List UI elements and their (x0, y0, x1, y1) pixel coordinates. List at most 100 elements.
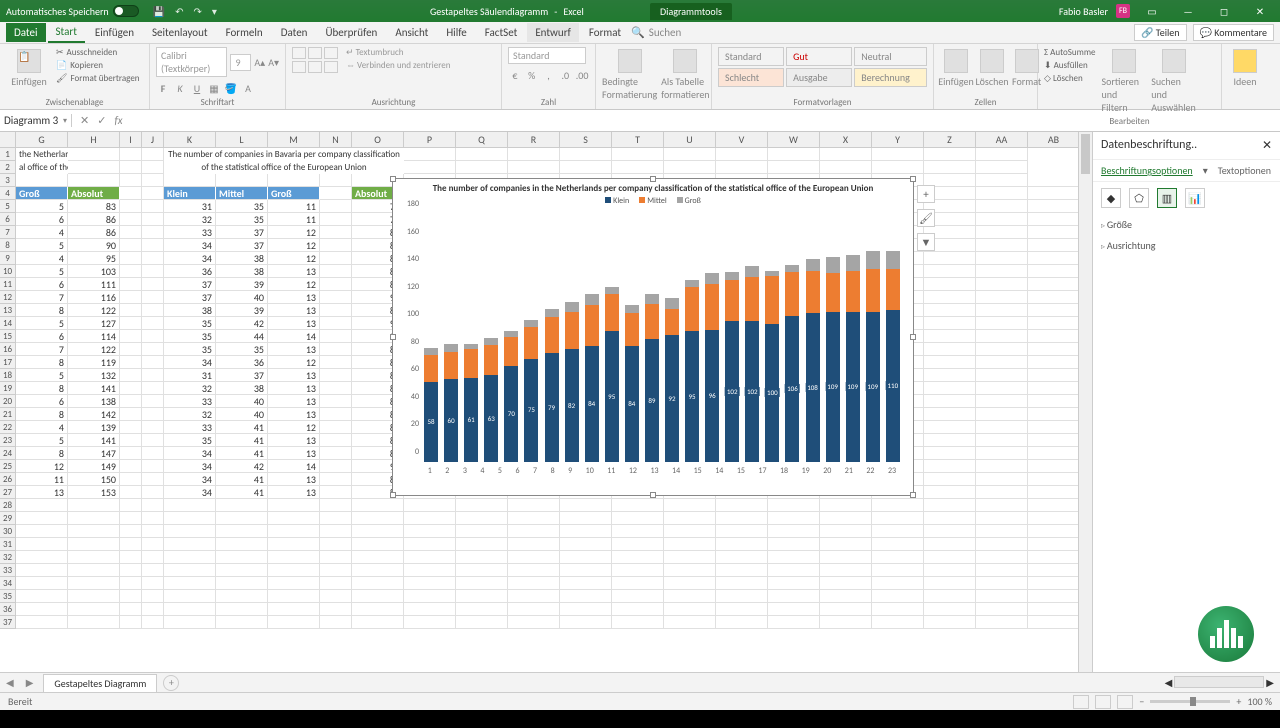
avatar[interactable]: FB (1116, 4, 1130, 18)
undo-icon[interactable]: ↶ (175, 5, 183, 18)
zoom-slider[interactable] (1150, 700, 1230, 703)
menu-review[interactable]: Überprüfen (317, 23, 385, 42)
decrease-font-icon[interactable]: A▾ (268, 55, 279, 69)
toggle-icon[interactable] (113, 5, 139, 17)
chart-plot-area[interactable]: 020406080100120140160180 586061637075798… (421, 210, 903, 480)
size-section[interactable]: Größe (1093, 214, 1280, 235)
menu-start[interactable]: Start (48, 22, 85, 43)
maximize-icon[interactable]: ◻ (1210, 5, 1238, 18)
hscroll-right-icon[interactable]: ▶ (1266, 676, 1274, 689)
format-cells-button[interactable]: Format (1012, 47, 1041, 88)
alignment-buttons[interactable] (292, 47, 338, 73)
insert-cells-button[interactable]: Einfügen (940, 47, 972, 88)
fill-color-icon[interactable]: 🪣 (224, 81, 238, 95)
size-properties-icon[interactable]: ▥ (1157, 188, 1177, 208)
delete-cells-button[interactable]: Löschen (976, 47, 1008, 88)
italic-icon[interactable]: K (173, 81, 187, 95)
sort-filter-button[interactable]: Sortieren und Filtern (1102, 47, 1146, 114)
comma-icon[interactable]: , (542, 68, 556, 82)
wrap-text-button[interactable]: ↵ Textumbruch (346, 47, 450, 58)
chart-elements-button[interactable]: + (917, 185, 935, 203)
menu-pagelayout[interactable]: Seitenlayout (144, 23, 216, 42)
text-options-tab[interactable]: Textoptionen (1218, 164, 1271, 177)
minimize-icon[interactable]: — (1174, 5, 1202, 18)
fill-line-icon[interactable]: ◆ (1101, 188, 1121, 208)
font-name-select[interactable]: Calibri (Textkörper) (156, 47, 227, 77)
autosave-toggle[interactable]: Automatisches Speichern (6, 5, 139, 18)
group-editing: Bearbeiten (1044, 114, 1215, 127)
qat-dropdown-icon[interactable]: ▾ (212, 5, 217, 18)
font-color-icon[interactable]: A (241, 81, 255, 95)
menu-file[interactable]: Datei (6, 23, 46, 42)
number-format-select[interactable]: Standard (508, 47, 586, 64)
zoom-in-icon[interactable]: + (1236, 695, 1241, 708)
decrease-decimal-icon[interactable]: .00 (575, 68, 589, 82)
chart-filters-button[interactable]: ▼ (917, 233, 935, 251)
sheet-tab[interactable]: Gestapeltes Diagramm (43, 674, 157, 692)
spreadsheet-grid[interactable]: GHIJKLMNOPQRSTUVWXYZAAAB 123456789101112… (0, 132, 1092, 672)
zoom-level[interactable]: 100 % (1247, 695, 1272, 708)
menu-formulas[interactable]: Formeln (218, 23, 271, 42)
sheet-tab-bar: ◀ ▶ Gestapeltes Diagramm + ◀ ▶ (0, 672, 1280, 692)
menu-format[interactable]: Format (581, 23, 629, 42)
zoom-out-icon[interactable]: − (1139, 695, 1144, 708)
merge-center-button[interactable]: ⇔ Verbinden und zentrieren (346, 60, 450, 71)
alignment-section[interactable]: Ausrichtung (1093, 235, 1280, 256)
chart-object[interactable]: The number of companies in the Netherlan… (392, 178, 914, 496)
bold-icon[interactable]: F (156, 81, 170, 95)
ribbon-display-icon[interactable]: ▭ (1138, 5, 1166, 18)
menu-factset[interactable]: FactSet (477, 23, 526, 42)
chart-styles-button[interactable]: 🖌 (917, 209, 935, 227)
label-options-icon[interactable]: 📊 (1185, 188, 1205, 208)
share-button[interactable]: 🔗 Teilen (1134, 24, 1187, 41)
chart-legend[interactable]: Klein Mittel Groß (393, 196, 913, 210)
normal-view-icon[interactable] (1073, 695, 1089, 709)
currency-icon[interactable]: € (508, 68, 522, 82)
add-sheet-button[interactable]: + (163, 675, 179, 691)
cell-styles-gallery[interactable]: Standard Gut Neutral Schlecht Ausgabe Be… (718, 47, 927, 87)
format-as-table-button[interactable]: Als Tabelle formatieren (661, 47, 709, 101)
effects-icon[interactable]: ⬠ (1129, 188, 1149, 208)
user-name[interactable]: Fabio Basler (1059, 5, 1108, 18)
redo-icon[interactable]: ↷ (194, 5, 202, 18)
task-pane-close-icon[interactable]: ✕ (1262, 138, 1272, 153)
fx-icon[interactable]: fx (114, 114, 122, 127)
percent-icon[interactable]: % (525, 68, 539, 82)
chart-tools-tab[interactable]: Diagrammtools (650, 3, 732, 20)
menu-help[interactable]: Hilfe (438, 23, 474, 42)
underline-icon[interactable]: U (190, 81, 204, 95)
paste-button[interactable]: 📋 Einfügen (6, 47, 52, 88)
sheet-nav-next-icon[interactable]: ▶ (20, 676, 40, 689)
font-size-select[interactable]: 9 (230, 54, 251, 71)
name-box[interactable]: Diagramm 3▾ (0, 114, 72, 127)
autosum-button[interactable]: Σ AutoSumme (1044, 47, 1096, 58)
menu-data[interactable]: Daten (273, 23, 316, 42)
close-icon[interactable]: ✕ (1246, 5, 1274, 18)
copy-button[interactable]: 📄 Kopieren (56, 60, 140, 71)
fill-button[interactable]: ⬇ Ausfüllen (1044, 60, 1096, 71)
find-select-button[interactable]: Suchen und Auswählen (1152, 47, 1196, 114)
search-box[interactable]: 🔍 Suchen (631, 26, 681, 39)
label-options-tab[interactable]: Beschriftungsoptionen (1101, 164, 1193, 177)
clear-button[interactable]: ◇ Löschen (1044, 73, 1096, 84)
page-break-view-icon[interactable] (1117, 695, 1133, 709)
menu-insert[interactable]: Einfügen (87, 23, 142, 42)
vertical-scrollbar[interactable] (1078, 132, 1092, 672)
enter-formula-icon[interactable]: ✓ (97, 114, 106, 127)
increase-font-icon[interactable]: A▴ (254, 55, 265, 69)
menu-view[interactable]: Ansicht (387, 23, 436, 42)
cancel-formula-icon[interactable]: ✕ (80, 114, 89, 127)
save-icon[interactable]: 💾 (153, 5, 165, 18)
horizontal-scrollbar[interactable] (1174, 676, 1264, 688)
menu-design[interactable]: Entwurf (527, 23, 579, 42)
hscroll-left-icon[interactable]: ◀ (1165, 676, 1173, 689)
format-painter-button[interactable]: 🖌 Format übertragen (56, 73, 140, 84)
conditional-format-button[interactable]: Bedingte Formatierung (602, 47, 657, 101)
comments-button[interactable]: 💬 Kommentare (1193, 24, 1274, 41)
increase-decimal-icon[interactable]: .0 (558, 68, 572, 82)
sheet-nav-prev-icon[interactable]: ◀ (0, 676, 20, 689)
border-icon[interactable]: ▦ (207, 81, 221, 95)
page-layout-view-icon[interactable] (1095, 695, 1111, 709)
cut-button[interactable]: ✂ Ausschneiden (56, 47, 140, 58)
ideas-button[interactable]: Ideen (1228, 47, 1262, 88)
